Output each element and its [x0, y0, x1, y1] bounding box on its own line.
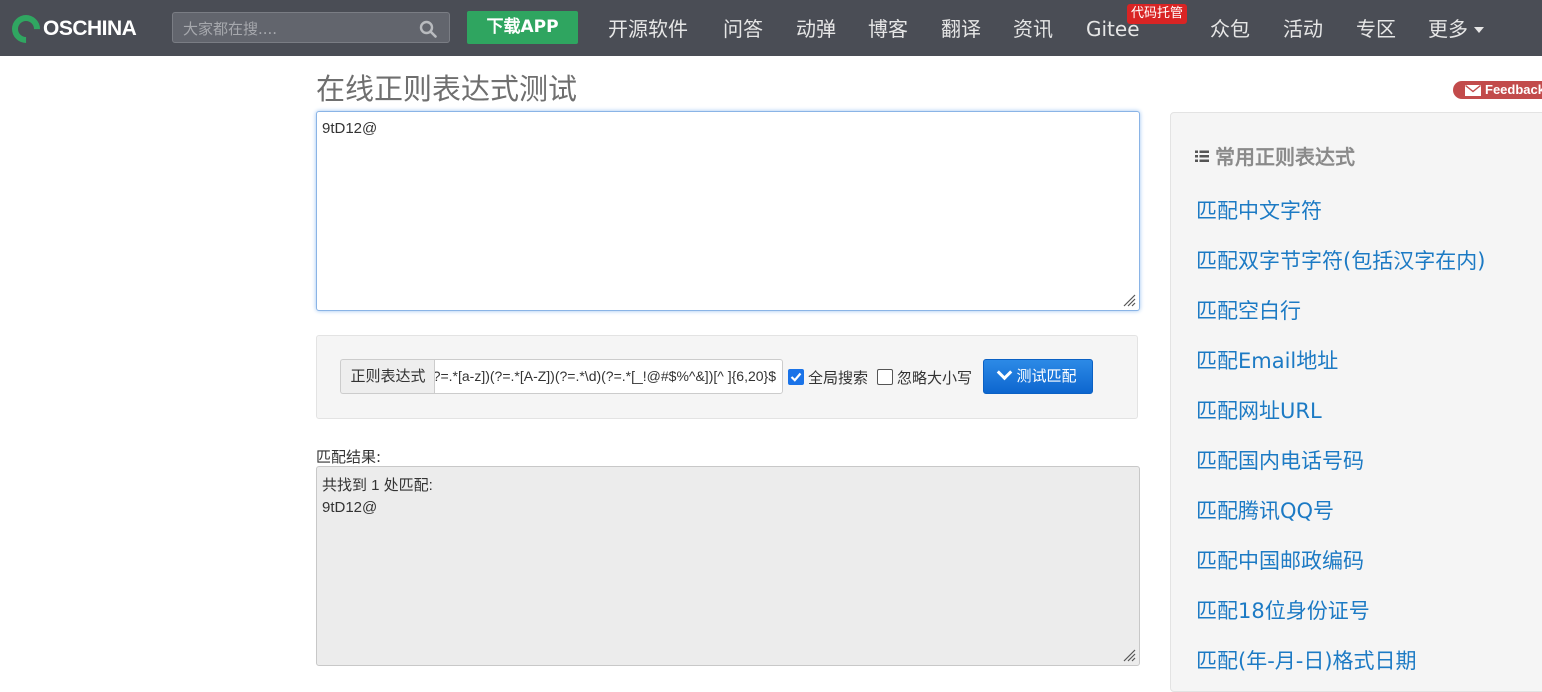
- sidebar-link-blank-line[interactable]: 匹配空白行: [1196, 295, 1301, 325]
- search-input[interactable]: [181, 17, 415, 40]
- nav-item-tweets[interactable]: 动弹: [796, 0, 836, 56]
- nav-item-more[interactable]: 更多: [1428, 0, 1484, 56]
- test-match-button[interactable]: 测试匹配: [983, 359, 1093, 394]
- sidebar-link-date[interactable]: 匹配(年-月-日)格式日期: [1196, 645, 1417, 675]
- chevron-down-icon: [997, 364, 1013, 381]
- result-match: 9tD12@: [322, 499, 378, 516]
- result-label: 匹配结果:: [316, 448, 382, 466]
- global-search-checkbox[interactable]: [788, 369, 804, 385]
- test-match-label: 测试匹配: [1016, 367, 1077, 385]
- list-icon: [1195, 150, 1209, 162]
- feedback-tab[interactable]: Feedback: [1453, 81, 1542, 99]
- caret-down-icon: [1474, 26, 1484, 33]
- nav-more-label: 更多: [1428, 17, 1468, 41]
- nav-item-translate[interactable]: 翻译: [941, 0, 981, 56]
- feedback-label: Feedback: [1485, 82, 1542, 97]
- nav-item-events[interactable]: 活动: [1283, 0, 1323, 56]
- sidebar-link-id-card[interactable]: 匹配18位身份证号: [1196, 595, 1370, 625]
- sidebar-link-email[interactable]: 匹配Email地址: [1196, 345, 1338, 375]
- logo-text: OSCHINA: [43, 17, 137, 40]
- logo-c-icon: [6, 9, 46, 49]
- ignore-case-checkbox[interactable]: [877, 369, 893, 385]
- sidebar-title-label: 常用正则表达式: [1215, 145, 1355, 169]
- search-box: [172, 12, 450, 43]
- nav-item-news[interactable]: 资讯: [1013, 0, 1053, 56]
- sidebar-link-chinese-chars[interactable]: 匹配中文字符: [1196, 195, 1322, 225]
- regex-value: ^(?=.*[a-z])(?=.*[A-Z])(?=.*\d)(?=.*[_!@…: [434, 368, 776, 384]
- gitee-badge: 代码托管: [1127, 4, 1188, 24]
- regex-input[interactable]: ^(?=.*[a-z])(?=.*[A-Z])(?=.*\d)(?=.*[_!@…: [434, 359, 783, 394]
- result-summary: 共找到 1 处匹配:: [322, 477, 433, 494]
- download-app-button[interactable]: 下载APP: [467, 11, 578, 44]
- nav-item-blog[interactable]: 博客: [868, 0, 908, 56]
- ignore-case-label: 忽略大小写: [897, 369, 973, 387]
- nav-item-open-source[interactable]: 开源软件: [608, 0, 688, 56]
- check-icon: [790, 372, 802, 382]
- sidebar-link-postcode[interactable]: 匹配中国邮政编码: [1196, 545, 1364, 575]
- sidebar-link-double-byte[interactable]: 匹配双字节字符(包括汉字在内): [1196, 245, 1485, 275]
- sidebar-link-qq[interactable]: 匹配腾讯QQ号: [1196, 495, 1334, 525]
- global-search-label: 全局搜索: [808, 369, 869, 387]
- sidebar-title: 常用正则表达式: [1195, 141, 1355, 170]
- nav-item-crowdsource[interactable]: 众包: [1210, 0, 1250, 56]
- result-output[interactable]: 共找到 1 处匹配: 9tD12@: [316, 466, 1140, 666]
- top-navbar: OSCHINA 下载APP 开源软件 问答 动弹 博客 翻译 资讯 Gitee …: [0, 0, 1542, 56]
- regex-label: 正则表达式: [340, 359, 435, 394]
- mail-icon: [1465, 85, 1481, 96]
- nav-item-qa[interactable]: 问答: [723, 0, 763, 56]
- oschina-logo[interactable]: OSCHINA: [6, 9, 137, 49]
- resize-grip-icon[interactable]: [1122, 648, 1136, 662]
- test-text-input[interactable]: 9tD12@: [316, 111, 1140, 311]
- resize-grip-icon[interactable]: [1122, 293, 1136, 307]
- nav-item-zones[interactable]: 专区: [1356, 0, 1396, 56]
- sidebar-link-phone[interactable]: 匹配国内电话号码: [1196, 445, 1364, 475]
- page-title: 在线正则表达式测试: [316, 72, 578, 106]
- search-icon[interactable]: [419, 20, 437, 38]
- sidebar-link-url[interactable]: 匹配网址URL: [1196, 395, 1322, 425]
